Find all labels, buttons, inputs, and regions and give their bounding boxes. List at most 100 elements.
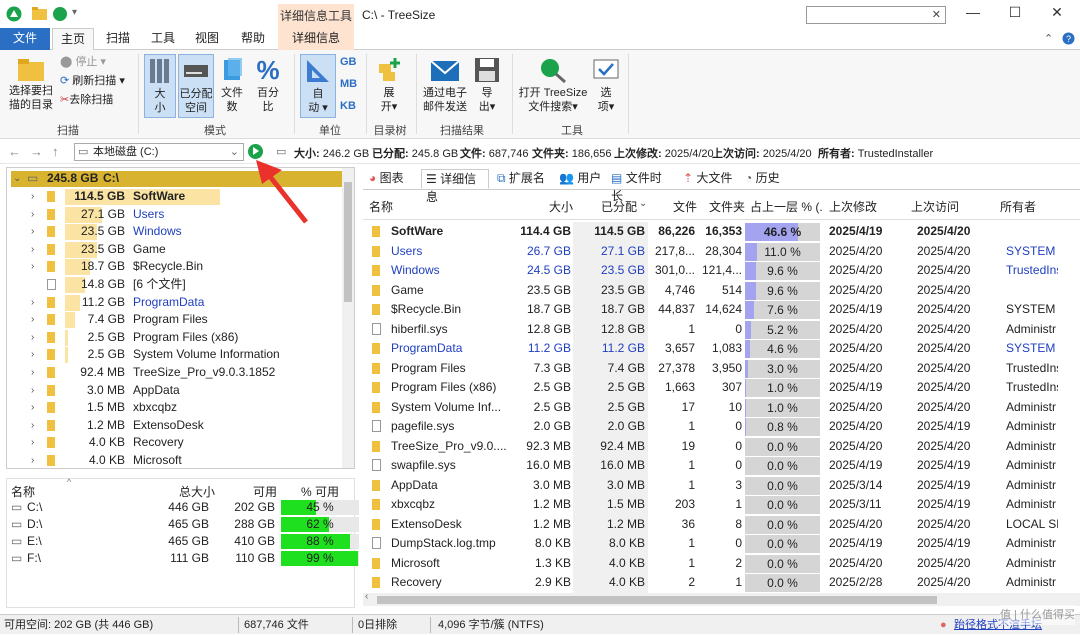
col-size[interactable]: 大小	[549, 198, 573, 215]
chevron-right-icon[interactable]: ›	[31, 188, 34, 205]
table-row[interactable]: pagefile.sys 2.0 GB 2.0 GB 1 0 0.8 % 2025/4/20…	[363, 417, 1080, 437]
tab-large-files[interactable]: ⇡ 大文件	[683, 169, 735, 189]
scrollbar-thumb[interactable]	[377, 596, 937, 604]
minimize-button[interactable]: —	[958, 4, 988, 24]
table-row[interactable]: ExtensoDesk 1.2 MB 1.2 MB 36 8 0.0 % 2025/4/20…	[363, 514, 1080, 534]
table-row[interactable]: Program Files (x86) 2.5 GB 2.5 GB 1,663 307 1…	[363, 378, 1080, 398]
table-row[interactable]: System Volume Inf... 2.5 GB 2.5 GB 17 10 1.0 …	[363, 397, 1080, 417]
table-row[interactable]: hiberfil.sys 12.8 GB 12.8 GB 1 0 5.2 % 2025/4/…	[363, 319, 1080, 339]
chevron-right-icon[interactable]: ›	[31, 223, 34, 240]
col-folders[interactable]: 文件夹	[709, 198, 745, 215]
drive-row[interactable]: ▭ D:\ 465 GB 288 GB 62 %	[7, 516, 359, 533]
table-row[interactable]: Microsoft 1.3 KB 4.0 KB 1 2 0.0 % 2025/4/20 202…	[363, 553, 1080, 573]
chevron-right-icon[interactable]: ›	[31, 382, 34, 399]
col-files[interactable]: 文件	[673, 198, 697, 215]
drive-select[interactable]: ▭ 本地磁盘 (C:) ⌄	[74, 143, 244, 161]
tree-item[interactable]: › 4.0 KB Microsoft	[7, 452, 343, 468]
quick-access-dropdown-icon[interactable]: ▾	[72, 7, 77, 18]
start-scan-button[interactable]	[248, 144, 263, 159]
search-input[interactable]: ✕	[806, 6, 946, 24]
drive-row[interactable]: ▭ E:\ 465 GB 410 GB 88 %	[7, 533, 359, 550]
tab-details[interactable]: 详细信息	[278, 28, 354, 50]
drives-header-name[interactable]: 名称	[11, 483, 35, 500]
table-row[interactable]: Recovery 2.9 KB 4.0 KB 2 1 0.0 % 2025/2/28 2025…	[363, 573, 1080, 593]
tree-item[interactable]: › 1.5 MB xbxcqbz	[7, 399, 343, 417]
table-row[interactable]: Program Files 7.3 GB 7.4 GB 27,378 3,950 3.0 …	[363, 358, 1080, 378]
chevron-right-icon[interactable]: ›	[31, 311, 34, 328]
refresh-quick-icon[interactable]	[52, 6, 68, 22]
table-row[interactable]: $Recycle.Bin 18.7 GB 18.7 GB 44,837 14,624 7.…	[363, 300, 1080, 320]
tree-item[interactable]: › 23.5 GB Game	[7, 241, 343, 259]
table-row[interactable]: AppData 3.0 MB 3.0 MB 1 3 0.0 % 2025/3/14 2025/…	[363, 475, 1080, 495]
horizontal-scrollbar[interactable]: ‹	[363, 591, 1080, 606]
chevron-right-icon[interactable]: ›	[31, 364, 34, 381]
select-directory-button[interactable]: 选择要扫 描的目录	[6, 58, 56, 112]
tab-help[interactable]: 帮助	[230, 28, 276, 50]
mode-percent-button[interactable]: % 百分 比	[250, 56, 286, 114]
table-row[interactable]: xbxcqbz 1.2 MB 1.5 MB 203 1 0.0 % 2025/3/11 202…	[363, 495, 1080, 515]
mode-allocated-button[interactable]: 已分配 空间	[178, 54, 214, 118]
table-row[interactable]: swapfile.sys 16.0 MB 16.0 MB 1 0 0.0 % 2025/4/…	[363, 456, 1080, 476]
drives-header-free[interactable]: 可用	[253, 483, 277, 500]
drive-row[interactable]: ▭ C:\ 446 GB 202 GB 45 %	[7, 499, 359, 516]
tab-home[interactable]: 主页	[52, 28, 94, 50]
tree-item[interactable]: › 27.1 GB Users	[7, 206, 343, 224]
tree-item[interactable]: › 2.5 GB Program Files (x86)	[7, 329, 343, 347]
close-icon[interactable]: ✕	[932, 8, 941, 21]
folder-icon[interactable]	[32, 7, 48, 21]
tree-item[interactable]: › 114.5 GB SoftWare	[7, 188, 343, 206]
tree-scrollbar[interactable]	[342, 168, 354, 468]
forward-icon[interactable]: →	[30, 144, 43, 159]
tree-item[interactable]: › 18.7 GB $Recycle.Bin	[7, 258, 343, 276]
scroll-left-icon[interactable]: ‹	[365, 591, 368, 602]
drives-header-pct[interactable]: % 可用	[301, 483, 339, 500]
tree-item[interactable]: › 7.4 GB Program Files	[7, 311, 343, 329]
unit-auto-button[interactable]: 自 动 ▾	[300, 54, 336, 118]
tab-file-age[interactable]: ▤ 文件时长	[611, 169, 673, 203]
col-alloc[interactable]: 已分配	[601, 198, 637, 215]
chevron-right-icon[interactable]: ›	[31, 434, 34, 451]
unit-gb-button[interactable]: GB	[340, 54, 357, 70]
unit-kb-button[interactable]: KB	[340, 98, 356, 114]
table-row[interactable]: Windows 24.5 GB 23.5 GB 301,0... 121,4... 9.6…	[363, 261, 1080, 281]
tab-file[interactable]: 文件	[0, 28, 50, 50]
stop-button[interactable]: ⬤ 停止 ▾	[60, 54, 106, 70]
tab-chart[interactable]: ◕ 图表	[369, 169, 417, 189]
tree-item[interactable]: › 92.4 MB TreeSize_Pro_v9.0.3.1852	[7, 364, 343, 382]
tree-root[interactable]: ⌄ ▭ 245.8 GB C:\	[7, 170, 343, 188]
unit-mb-button[interactable]: MB	[340, 76, 357, 92]
chevron-right-icon[interactable]: ›	[31, 452, 34, 468]
col-name[interactable]: 名称	[369, 198, 393, 215]
tree-item[interactable]: › 3.0 MB AppData	[7, 382, 343, 400]
col-modified[interactable]: 上次修改	[829, 198, 877, 215]
table-row[interactable]: SoftWare 114.4 GB 114.5 GB 86,226 16,353 46.6…	[363, 222, 1080, 242]
open-treesize-search-button[interactable]: 打开 TreeSize 文件搜索▾	[518, 56, 588, 114]
mode-size-button[interactable]: 大 小	[144, 54, 176, 118]
up-icon[interactable]: ↑	[52, 144, 59, 159]
tree-item[interactable]: › 4.0 KB Recovery	[7, 434, 343, 452]
col-pct[interactable]: 占上一层 % (...	[750, 198, 822, 215]
chevron-right-icon[interactable]: ›	[31, 399, 34, 416]
chevron-right-icon[interactable]: ›	[31, 258, 34, 275]
maximize-button[interactable]: ☐	[1000, 4, 1030, 24]
chevron-right-icon[interactable]: ›	[31, 417, 34, 434]
options-button[interactable]: 选 项▾	[590, 56, 622, 114]
scrollbar-thumb[interactable]	[344, 182, 352, 302]
table-row[interactable]: DumpStack.log.tmp 8.0 KB 8.0 KB 1 0 0.0 % 2025…	[363, 534, 1080, 554]
tab-tools[interactable]: 工具	[142, 28, 184, 50]
tab-history[interactable]: ◔ 历史	[745, 169, 789, 189]
table-row[interactable]: TreeSize_Pro_v9.0.... 92.3 MB 92.4 MB 19 0 0.…	[363, 436, 1080, 456]
chevron-right-icon[interactable]: ›	[31, 346, 34, 363]
chevron-right-icon[interactable]: ›	[31, 241, 34, 258]
tab-view[interactable]: 视图	[186, 28, 228, 50]
refresh-scan-button[interactable]: ⟳ 刷新扫描 ▾	[60, 73, 125, 89]
col-accessed[interactable]: 上次访问	[911, 198, 959, 215]
drive-row[interactable]: ▭ F:\ 111 GB 110 GB 99 %	[7, 550, 359, 567]
chevron-down-icon[interactable]: ⌄	[13, 170, 21, 187]
tab-extensions[interactable]: ⧉ 扩展名	[497, 169, 553, 189]
chevron-right-icon[interactable]: ›	[31, 206, 34, 223]
folder-tree[interactable]: ⌄ ▭ 245.8 GB C:\ › 114.5 GB SoftWare › 27.1 …	[6, 167, 355, 469]
tree-item[interactable]: 14.8 GB [6 个文件]	[7, 276, 343, 294]
chevron-right-icon[interactable]: ›	[31, 294, 34, 311]
mode-files-button[interactable]: 文件 数	[216, 56, 248, 114]
